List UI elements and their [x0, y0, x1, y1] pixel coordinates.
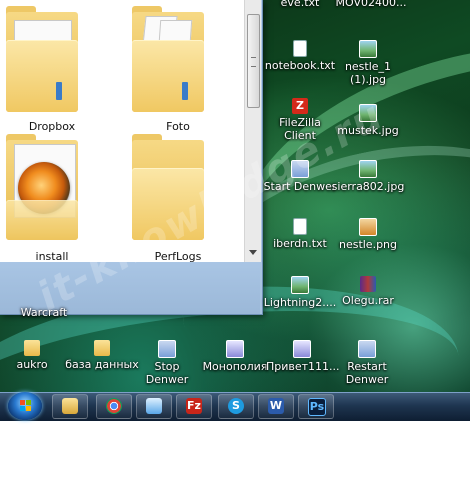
taskbar-filezilla-button[interactable]: Fz: [176, 394, 212, 419]
desktop-icon-start-denwer[interactable]: Start Denwer: [263, 160, 337, 204]
taskbar-photoshop-button[interactable]: Ps: [298, 394, 334, 419]
photoshop-icon: Ps: [308, 398, 326, 416]
filezilla-icon: Fz: [186, 398, 202, 414]
desktop-icon-label: Restart Denwer: [345, 360, 389, 386]
game-icon: [226, 340, 244, 358]
image-file-icon: [359, 104, 377, 122]
desktop-icon-notebook-txt[interactable]: notebook.txt: [263, 40, 337, 84]
desktop-icon-label: Warcraft: [20, 306, 68, 319]
desktop-icon-label: FileZilla Client: [279, 116, 321, 142]
desktop-icon-label: Lightning2....: [263, 296, 337, 309]
desktop-icon-label: mustek.jpg: [337, 124, 399, 137]
image-file-icon: [359, 218, 377, 236]
desktop-icon-label: nestle.png: [338, 238, 398, 251]
desktop-icon-nestle-1-jpg[interactable]: nestle_1 (1).jpg: [331, 40, 405, 86]
network-icon: [146, 398, 162, 414]
image-file-icon: [359, 160, 377, 178]
folder-item-foto[interactable]: Foto: [118, 6, 238, 134]
denwer-icon: [358, 340, 376, 358]
image-file-icon: [291, 276, 309, 294]
filezilla-icon: Z: [292, 98, 308, 114]
taskbar-word-button[interactable]: W: [258, 394, 294, 419]
desktop-icon-label: eve.txt: [280, 0, 320, 9]
vertical-scrollbar[interactable]: [244, 0, 261, 262]
text-file-icon: [293, 218, 307, 235]
rar-archive-icon: [360, 276, 376, 292]
desktop-icon-label: Монополия: [202, 360, 268, 373]
desktop-icon-restart-denwer[interactable]: Restart Denwer: [334, 340, 400, 386]
taskbar-chrome-button[interactable]: [96, 394, 132, 419]
skype-icon: S: [228, 398, 244, 414]
explorer-file-list: Dropbox Foto install PerfLogs: [0, 0, 244, 263]
desktop-icon-mustek-jpg[interactable]: mustek.jpg: [331, 104, 405, 148]
desktop-icon-aukro[interactable]: aukro: [0, 340, 64, 384]
explorer-folder-icon: [62, 398, 78, 414]
desktop-icon-mov02400[interactable]: MOV02400...: [331, 0, 411, 40]
desktop-icon-lightning2[interactable]: Lightning2....: [263, 276, 337, 320]
desktop-icon-eve-txt[interactable]: eve.txt: [263, 0, 337, 40]
denwer-icon: [291, 160, 309, 178]
desktop-icon-label: Привет111...: [266, 360, 340, 373]
desktop-icon-iberdn-txt[interactable]: iberdn.txt: [263, 218, 337, 262]
denwer-icon: [158, 340, 176, 358]
desktop-icon-label: sierra802.jpg: [331, 180, 405, 193]
folder-label: Dropbox: [28, 120, 76, 133]
desktop-icon-filezilla[interactable]: Z FileZilla Client: [263, 98, 337, 144]
desktop-icon-privet111[interactable]: Привет111...: [266, 340, 340, 384]
desktop-icon-label: Olegu.rar: [342, 294, 394, 307]
desktop-icon-nestle-png[interactable]: nestle.png: [331, 218, 405, 262]
taskbar-network-button[interactable]: [136, 394, 172, 419]
folder-item-install[interactable]: install: [0, 134, 112, 263]
folder-item-dropbox[interactable]: Dropbox: [0, 6, 112, 134]
word-icon: W: [268, 398, 284, 414]
folder-icon: [94, 340, 110, 356]
text-file-icon: [293, 40, 307, 57]
desktop-icon-olegu-rar[interactable]: Olegu.rar: [331, 276, 405, 320]
desktop-icon-monopoly[interactable]: Монополия: [200, 340, 270, 384]
windows-start-orb-icon[interactable]: [8, 392, 42, 420]
desktop-icon-label: notebook.txt: [264, 59, 336, 72]
desktop-icon-label: nestle_1 (1).jpg: [344, 60, 392, 86]
desktop-icon-sierra802-jpg[interactable]: sierra802.jpg: [331, 160, 405, 204]
scroll-down-arrow-icon[interactable]: [249, 250, 257, 255]
desktop-icon-label: Stop Denwer: [145, 360, 189, 386]
desktop-icon-stop-denwer[interactable]: Stop Denwer: [134, 340, 200, 386]
folder-item-perflogs[interactable]: PerfLogs: [118, 134, 238, 263]
desktop-icon-label: база данных: [65, 358, 139, 371]
desktop-icon-baza-dannyh[interactable]: база данных: [64, 340, 140, 384]
image-file-icon: [359, 40, 377, 58]
taskbar-skype-button[interactable]: S: [218, 394, 254, 419]
word-document-icon: [293, 340, 311, 358]
desktop-icon-label: iberdn.txt: [273, 237, 327, 250]
taskbar-explorer-button[interactable]: [52, 394, 88, 419]
desktop-icon-label: Start Denwer: [263, 180, 337, 193]
desktop-icon-label: aukro: [16, 358, 48, 371]
scrollbar-thumb[interactable]: [247, 14, 260, 108]
explorer-window: Dropbox Foto install PerfLogs: [0, 0, 263, 315]
chrome-icon: [106, 398, 122, 414]
folder-icon: [24, 340, 40, 356]
desktop-icon-warcraft[interactable]: Warcraft: [4, 306, 84, 320]
folder-label: Foto: [166, 120, 190, 133]
desktop-icon-label: MOV02400...: [335, 0, 407, 9]
